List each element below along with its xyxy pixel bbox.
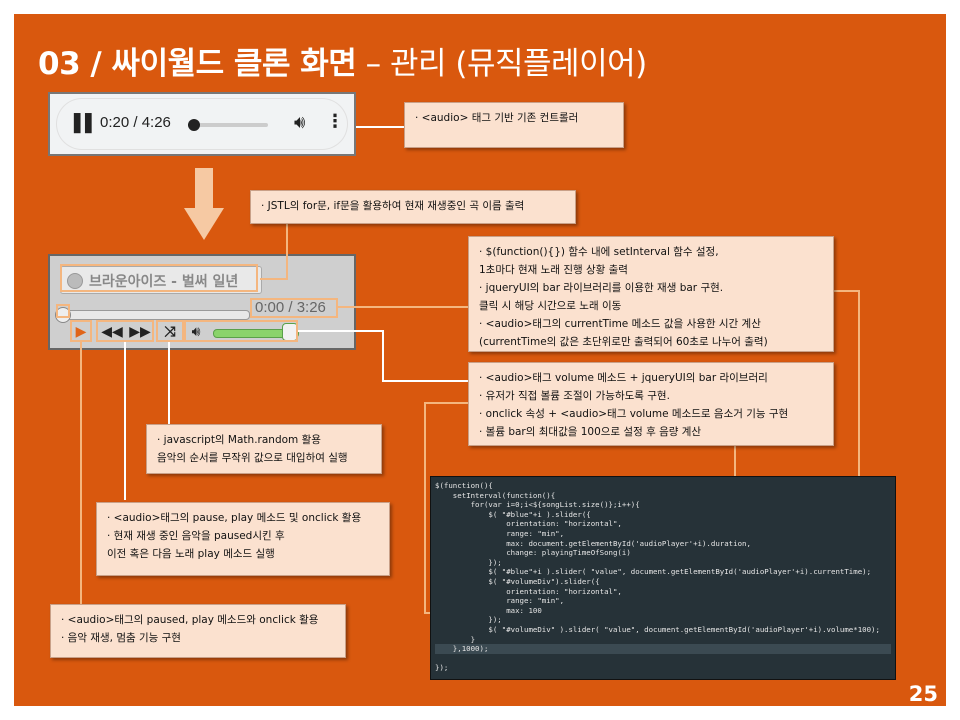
slide-title-main: 03 / 싸이월드 클론 화면 <box>38 46 357 82</box>
note-line: · javascript의 Math.random 활용 <box>157 434 321 446</box>
native-audio-screenshot: ▌▌ 0:20 / 4:26 🔊︎ ⋮ <box>48 92 356 156</box>
code-line: }); <box>435 615 502 625</box>
note-line: 음악의 순서를 무작위 값으로 대입하여 실행 <box>157 452 348 464</box>
down-arrow-icon <box>184 168 224 240</box>
note-jstl: · JSTL의 for문, if문을 활용하여 현재 재생중인 곡 이름 출력 <box>250 190 576 224</box>
note-line: · <audio> 태그 기반 기존 컨트롤러 <box>415 112 579 124</box>
connector-code-1a <box>834 290 860 292</box>
connector-volume-h2 <box>382 380 468 382</box>
note-line: 클릭 시 해당 시간으로 노래 이동 <box>479 300 622 312</box>
note-line: · 현재 재생 중인 음악을 paused시킨 후 <box>107 530 285 542</box>
connector-volume-h1 <box>298 330 382 332</box>
code-line: $(function(){ <box>435 481 493 490</box>
code-snippet: $(function(){ setInterval(function(){ fo… <box>430 476 896 680</box>
connector-audio <box>356 126 404 128</box>
note-line: · <audio>태그의 paused, play 메소드와 onclick 활… <box>61 614 319 626</box>
highlight-song-title <box>60 264 258 292</box>
code-line: } <box>435 634 476 644</box>
native-audio-time: 0:20 / 4:26 <box>100 114 171 131</box>
highlight-prev-next <box>96 320 154 342</box>
connector-paused <box>80 342 82 604</box>
code-line: setInterval(function(){ <box>435 490 556 500</box>
connector-time <box>338 306 468 308</box>
code-line: for(var i=0;i<${songList.size()};i++){ <box>435 500 640 510</box>
note-random: · javascript의 Math.random 활용 음악의 순서를 무작위… <box>146 424 382 474</box>
native-audio-progress-knob[interactable] <box>187 119 200 131</box>
code-line: range: "min", <box>435 596 565 606</box>
native-audio-control: ▌▌ 0:20 / 4:26 🔊︎ ⋮ <box>56 98 348 150</box>
note-line: · $(function(){}) 함수 내에 setInterval 함수 설… <box>479 246 719 258</box>
highlight-time <box>250 298 338 318</box>
note-paused: · <audio>태그의 paused, play 메소드와 onclick 활… <box>50 604 346 658</box>
code-line: change: playingTimeOfSong(i) <box>435 548 631 558</box>
code-line: }); <box>435 557 502 567</box>
note-interval: · $(function(){}) 함수 내에 setInterval 함수 설… <box>468 236 834 352</box>
page-number: 25 <box>908 682 938 706</box>
note-line: · onclick 속성 + <audio>태그 volume 메소드로 음소거… <box>479 408 789 420</box>
connector-code-2 <box>734 446 736 476</box>
highlight-seek <box>56 304 70 318</box>
code-line: max: document.getElementById('audioPlaye… <box>435 538 751 548</box>
volume-icon[interactable]: 🔊︎ <box>294 112 305 133</box>
code-line: orientation: "horizontal", <box>435 586 622 596</box>
note-line: · <audio>태그의 pause, play 메소드 및 onclick 활… <box>107 512 362 524</box>
note-line: · 음악 재생, 멈춤 기능 구현 <box>61 632 181 644</box>
code-line: },1000); <box>435 644 891 654</box>
code-line: }); <box>435 663 449 673</box>
code-line: $( "#volumeDiv" ).slider( "value", docum… <box>435 624 880 634</box>
code-line: orientation: "horizontal", <box>435 519 622 529</box>
code-line: range: "min", <box>435 528 565 538</box>
note-line: 1초마다 현재 노래 진행 상황 출력 <box>479 264 628 276</box>
note-line: · JSTL의 for문, if문을 활용하여 현재 재생중인 곡 이름 출력 <box>261 200 525 212</box>
more-vert-icon[interactable]: ⋮ <box>326 111 344 132</box>
connector-code-3a <box>424 402 468 404</box>
note-line: · <audio>태그의 currentTime 메소드 값을 사용한 시간 계… <box>479 318 761 330</box>
note-line: (currentTime의 값은 초단위로만 출력되어 60초로 나누어 출력) <box>479 336 768 348</box>
note-audio-tag: · <audio> 태그 기반 기존 컨트롤러 <box>404 102 624 148</box>
note-line: · <audio>태그 volume 메소드 + jqueryUI의 bar 라… <box>479 372 768 384</box>
pause-icon[interactable]: ▌▌ <box>74 114 98 134</box>
note-line: 이전 혹은 다음 노래 play 메소드 실행 <box>107 548 275 560</box>
code-line: $( "#blue"+i ).slider( "value", document… <box>435 567 872 577</box>
native-audio-progress[interactable] <box>187 119 268 131</box>
note-line: · jqueryUI의 bar 라이브러리를 이용한 재생 bar 구현. <box>479 282 724 294</box>
seek-bar[interactable] <box>55 307 250 323</box>
note-line: · 볼륨 bar의 최대값을 100으로 설정 후 음량 계산 <box>479 426 702 438</box>
note-volume: · <audio>태그 volume 메소드 + jqueryUI의 bar 라… <box>468 362 834 446</box>
code-line: $( "#blue"+i ).slider({ <box>435 509 591 519</box>
note-pause: · <audio>태그의 pause, play 메소드 및 onclick 활… <box>96 502 390 576</box>
connector-jstl-h <box>260 278 288 280</box>
code-line: $( "#volumeDiv").slider({ <box>435 576 600 586</box>
highlight-shuffle <box>156 320 184 342</box>
code-line: max: 100 <box>435 605 542 615</box>
connector-code-3b <box>424 402 426 614</box>
slide-title-sub: – 관리 (뮤직플레이어) <box>356 46 648 82</box>
connector-random <box>168 342 170 426</box>
highlight-play <box>70 320 92 342</box>
slide-title: 03 / 싸이월드 클론 화면 – 관리 (뮤직플레이어) <box>38 38 647 83</box>
connector-pause <box>124 342 126 500</box>
highlight-volume <box>184 320 298 342</box>
connector-volume-v <box>382 330 384 380</box>
note-line: · 유저가 직접 볼륨 조절이 가능하도록 구현. <box>479 390 670 402</box>
